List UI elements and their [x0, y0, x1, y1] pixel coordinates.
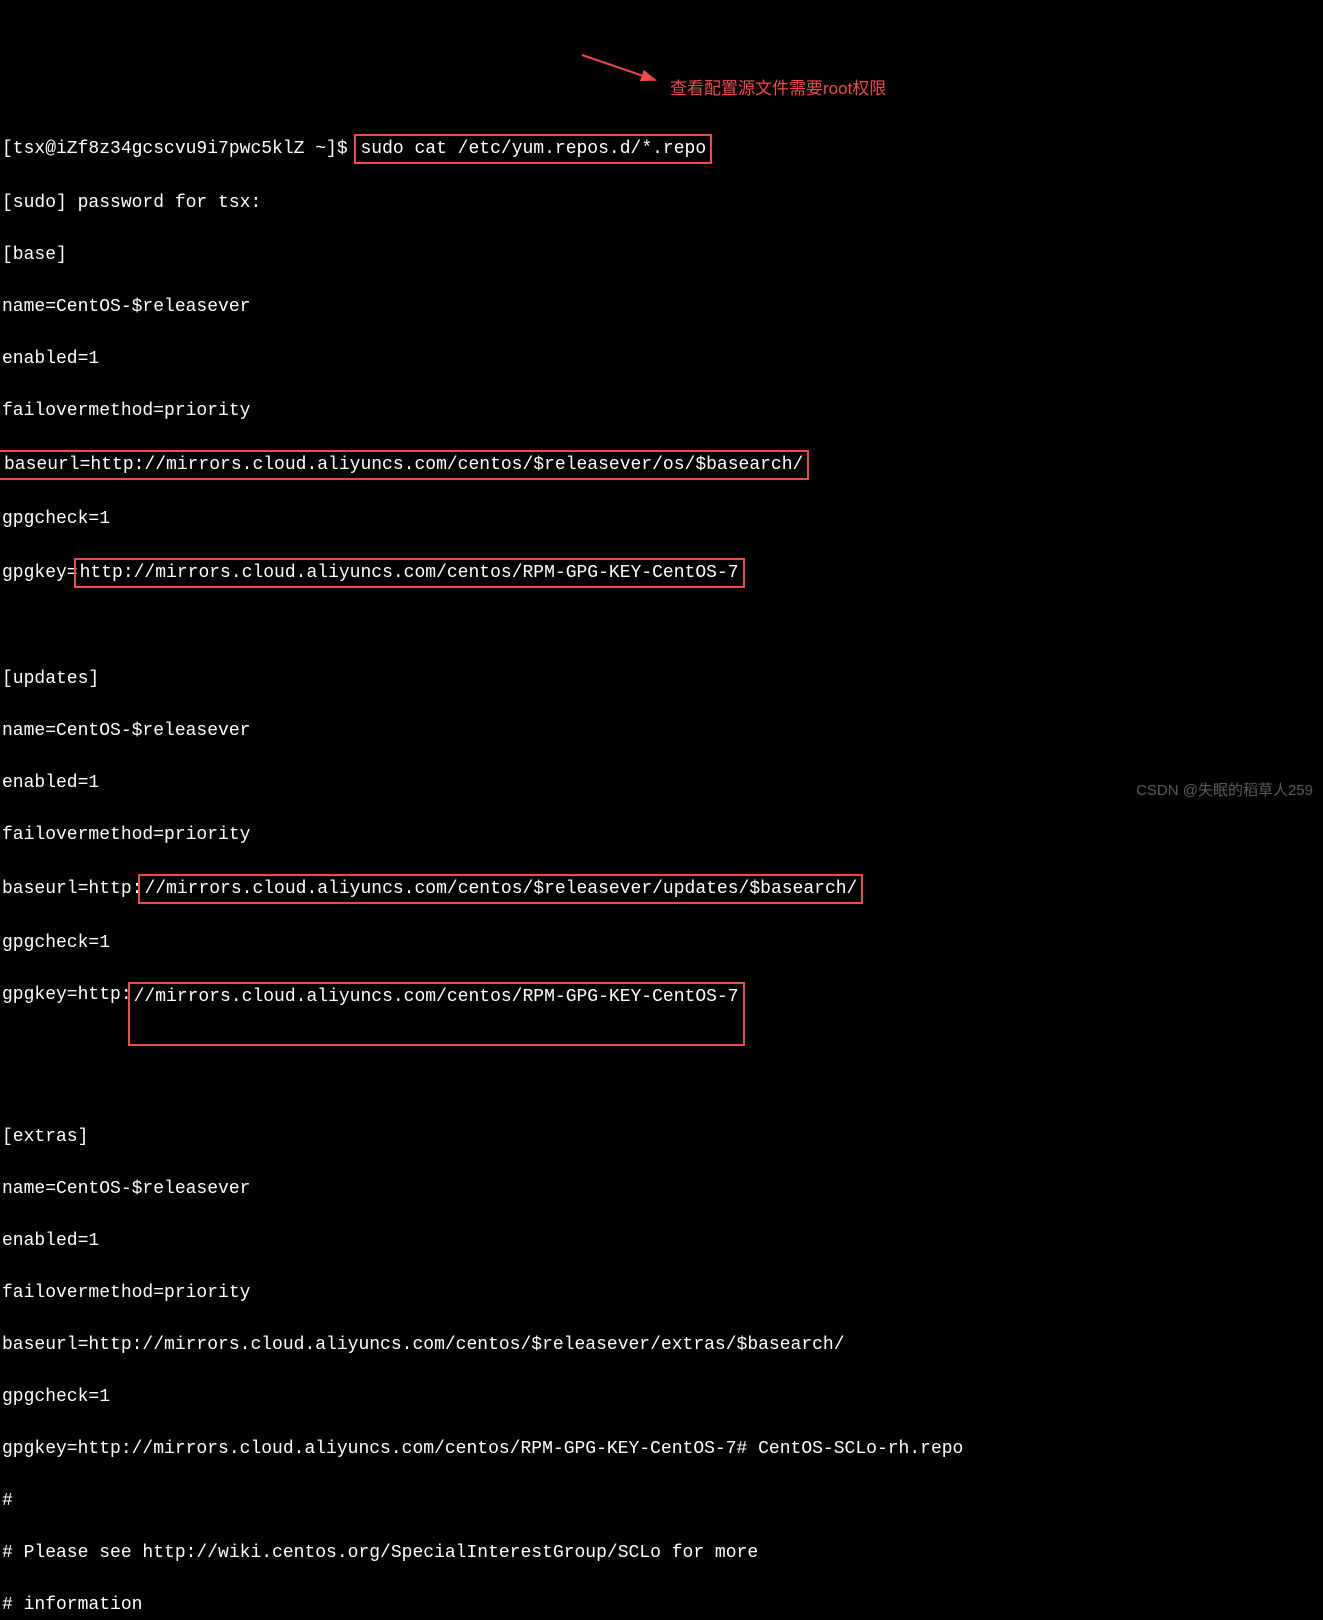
command-text: sudo cat /etc/yum.repos.d/*.repo [360, 139, 706, 159]
base-header: [base] [2, 242, 1321, 268]
extras-hash: # [2, 1488, 1321, 1514]
base-enabled: enabled=1 [2, 346, 1321, 372]
extras-header: [extras] [2, 1124, 1321, 1150]
base-name: name=CentOS-$releasever [2, 294, 1321, 320]
extras-comment1: # Please see http://wiki.centos.org/Spec… [2, 1540, 1321, 1566]
updates-gpgcheck: gpgcheck=1 [2, 930, 1321, 956]
extras-enabled: enabled=1 [2, 1228, 1321, 1254]
updates-enabled: enabled=1 [2, 770, 1321, 796]
base-failover: failovermethod=priority [2, 398, 1321, 424]
base-gpgkey-box: http://mirrors.cloud.aliyuncs.com/centos… [74, 558, 745, 588]
extras-baseurl: baseurl=http://mirrors.cloud.aliyuncs.co… [2, 1332, 1321, 1358]
base-gpgcheck: gpgcheck=1 [2, 506, 1321, 532]
watermark-text: CSDN @失眠的稻草人259 [1136, 778, 1313, 804]
extras-name: name=CentOS-$releasever [2, 1176, 1321, 1202]
updates-name: name=CentOS-$releasever [2, 718, 1321, 744]
command-highlight-box: sudo cat /etc/yum.repos.d/*.repo [354, 134, 712, 164]
base-gpgkey-value: http://mirrors.cloud.aliyuncs.com/centos… [80, 563, 739, 583]
base-gpgkey-prefix: gpgkey= [2, 563, 78, 583]
extras-gpgcheck: gpgcheck=1 [2, 1384, 1321, 1410]
extras-failover: failovermethod=priority [2, 1280, 1321, 1306]
base-baseurl-box: baseurl=http://mirrors.cloud.aliyuncs.co… [0, 450, 809, 480]
updates-baseurl-value: //mirrors.cloud.aliyuncs.com/centos/$rel… [144, 879, 857, 899]
blank-line-2 [2, 1072, 1321, 1098]
updates-gpgkey-box: //mirrors.cloud.aliyuncs.com/centos/RPM-… [128, 982, 745, 1046]
base-baseurl: baseurl=http://mirrors.cloud.aliyuncs.co… [4, 455, 803, 475]
shell-prompt: [tsx@iZf8z34gcscvu9i7pwc5klZ ~]$ [2, 139, 358, 159]
sudo-prompt: [sudo] password for tsx: [2, 190, 1321, 216]
updates-header: [updates] [2, 666, 1321, 692]
updates-failover: failovermethod=priority [2, 822, 1321, 848]
terminal-output[interactable]: [tsx@iZf8z34gcscvu9i7pwc5klZ ~]$ sudo ca… [0, 104, 1323, 1620]
extras-comment2: # information [2, 1592, 1321, 1618]
annotation-text: 查看配置源文件需要root权限 [670, 76, 886, 102]
extras-gpgkey: gpgkey=http://mirrors.cloud.aliyuncs.com… [2, 1436, 1321, 1462]
updates-gpgkey-prefix: gpgkey=http: [2, 985, 132, 1005]
blank-line [2, 614, 1321, 640]
updates-gpgkey-value: //mirrors.cloud.aliyuncs.com/centos/RPM-… [134, 987, 739, 1007]
annotation-arrow-icon [570, 45, 670, 95]
updates-baseurl-prefix: baseurl=http: [2, 879, 142, 899]
updates-baseurl-box: //mirrors.cloud.aliyuncs.com/centos/$rel… [138, 874, 863, 904]
